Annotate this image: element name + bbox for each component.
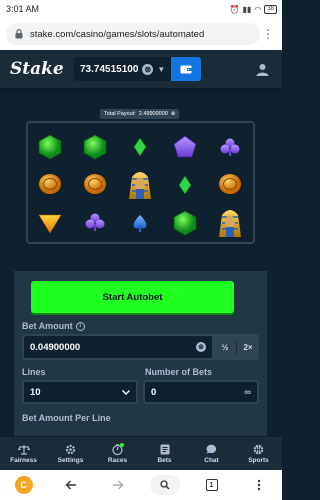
browser-menu-icon[interactable]: ⋮	[260, 27, 276, 41]
number-of-bets-value: 0	[151, 386, 157, 398]
tabs-button[interactable]: 1	[197, 473, 227, 497]
status-icons: ⏰ ▮▮ ◠ 38	[229, 4, 277, 14]
currency-icon: ⊗	[170, 111, 176, 117]
bets-icon	[160, 444, 169, 454]
nav-races-label: Races	[107, 456, 128, 464]
pharaoh-symbol	[219, 210, 241, 237]
gear-icon	[65, 444, 76, 454]
notification-dot	[119, 442, 124, 447]
nav-fairness[interactable]: Fairness	[1, 444, 47, 464]
currency-icon: ⊗	[196, 342, 206, 352]
pharaoh-symbol	[129, 172, 151, 199]
club-symbol	[85, 213, 105, 231]
spade-symbol	[133, 215, 147, 232]
chevron-down-icon	[122, 389, 130, 395]
stake-logo[interactable]: Stake	[10, 59, 74, 79]
alarm-icon: ⏰	[229, 4, 240, 14]
bottom-navigation: Fairness Settings Races Bets Chat Sports	[0, 436, 282, 470]
lock-icon	[15, 29, 23, 39]
slot-game-area: Total Payout: 2.49900000 ⊗	[14, 99, 267, 271]
browser-bottom-bar: C 1	[0, 470, 282, 500]
lines-label: Lines	[22, 367, 46, 377]
total-payout-badge: Total Payout: 2.49900000 ⊗	[100, 109, 180, 119]
number-of-bets-input[interactable]: 0 ∞	[143, 380, 259, 404]
nav-bets-label: Bets	[157, 456, 172, 464]
signal-icon: ▮▮	[242, 4, 252, 14]
diamond-green-symbol	[178, 175, 192, 195]
wallet-button[interactable]	[171, 57, 202, 81]
browser-url-bar: stake.com/casino/games/slots/automated ⋮	[0, 18, 282, 50]
amethyst-symbol	[173, 135, 197, 158]
infinity-icon[interactable]: ∞	[244, 387, 251, 398]
nav-chat-label: Chat	[204, 456, 219, 464]
club-symbol	[220, 138, 240, 156]
balance-selector[interactable]: 73.74515100 ⊗ ▼	[74, 57, 172, 81]
search-icon	[149, 475, 180, 495]
nav-bets[interactable]: Bets	[142, 444, 188, 464]
tab-count: 1	[205, 479, 218, 491]
bet-amount-label: Bet Amount	[22, 321, 73, 331]
chat-icon	[206, 444, 217, 454]
back-arrow-icon[interactable]	[56, 473, 86, 497]
bet-amount-input[interactable]: 0.04900000 ⊗	[24, 336, 212, 358]
half-bet-button[interactable]: ½	[214, 334, 236, 360]
emerald-symbol	[83, 134, 107, 160]
url-field[interactable]: stake.com/casino/games/slots/automated	[6, 23, 260, 45]
nav-fairness-label: Fairness	[10, 456, 37, 464]
start-autobet-button[interactable]: Start Autobet	[31, 281, 234, 313]
bet-amount-control: 0.04900000 ⊗ ½ 2×	[22, 334, 259, 360]
nav-chat[interactable]: Chat	[189, 444, 235, 464]
browser-logo-icon: C	[14, 476, 33, 494]
gold-coin-symbol	[39, 174, 61, 194]
nav-sports[interactable]: Sports	[236, 444, 282, 464]
lines-value: 10	[30, 386, 41, 398]
status-time: 3:01 AM	[6, 4, 40, 14]
number-of-bets-label: Number of Bets	[145, 367, 213, 377]
info-icon[interactable]: i	[75, 321, 85, 331]
user-profile-icon[interactable]	[252, 59, 272, 79]
bet-amount-per-line-label: Bet Amount Per Line	[22, 413, 111, 423]
gold-coin-symbol	[84, 174, 106, 194]
bet-amount-value: 0.04900000	[30, 341, 81, 353]
balance-amount: 73.74515100	[80, 63, 139, 75]
triangle-gem-symbol	[38, 214, 62, 234]
currency-icon: ⊗	[142, 63, 154, 75]
battery-icon: 38	[264, 4, 277, 14]
nav-settings-label: Settings	[57, 456, 84, 464]
wifi-icon: ◠	[254, 4, 262, 14]
forward-arrow-icon[interactable]	[103, 473, 133, 497]
scale-icon	[17, 444, 30, 455]
chevron-down-icon: ▼	[157, 64, 166, 74]
url-text: stake.com/casino/games/slots/automated	[30, 28, 205, 40]
browser-home-button[interactable]: C	[9, 473, 39, 497]
double-bet-button[interactable]: 2×	[237, 334, 259, 360]
site-header: Stake 73.74515100 ⊗ ▼	[0, 50, 282, 88]
status-bar: 3:01 AM ⏰ ▮▮ ◠ 38	[0, 0, 282, 18]
more-menu-icon[interactable]	[244, 473, 274, 497]
total-payout-label: Total Payout:	[104, 111, 136, 117]
emerald-symbol	[38, 134, 62, 160]
gold-coin-symbol	[219, 174, 241, 194]
search-button[interactable]	[149, 473, 180, 497]
lines-select[interactable]: 10	[22, 380, 138, 404]
nav-settings[interactable]: Settings	[48, 444, 94, 464]
bet-amount-heading: Bet Amount i	[22, 321, 85, 331]
emerald-symbol	[173, 210, 197, 236]
wallet-icon	[180, 65, 193, 74]
basketball-icon	[253, 444, 264, 454]
diamond-green-symbol	[133, 137, 147, 157]
nav-sports-label: Sports	[248, 456, 269, 464]
total-payout-value: 2.49900000	[138, 111, 168, 117]
nav-races[interactable]: Races	[95, 442, 141, 464]
slot-reels[interactable]	[26, 121, 255, 244]
